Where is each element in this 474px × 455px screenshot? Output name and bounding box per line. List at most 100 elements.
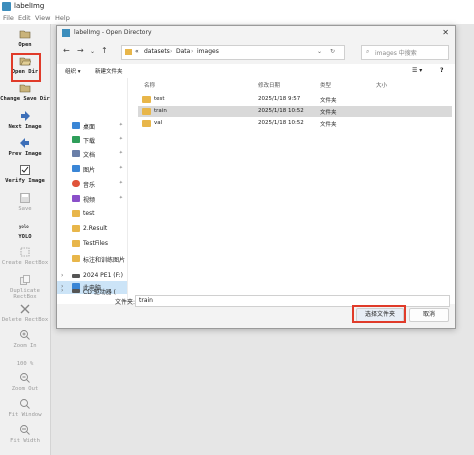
list-item[interactable]: train 2025/1/18 10:52 文件夹 — [138, 106, 452, 117]
menu-edit[interactable]: Edit — [18, 14, 31, 22]
search-icon: ⌕ — [366, 48, 370, 55]
open-directory-dialog: labelImg - Open Directory ✕ ← → ⌄ ↑ « da… — [56, 25, 456, 329]
navigation-bar: ← → ⌄ ↑ « datasets › Data › images ⌄ ↻ ⌕… — [57, 40, 455, 64]
open-dir-highlight — [11, 53, 41, 82]
pin-icon: ✦ — [118, 165, 123, 171]
folder-icon — [72, 240, 80, 247]
sidebar-item-desktop[interactable]: 桌面 ✦ — [57, 120, 127, 133]
command-bar: 组织 ▾ 新建文件夹 ☰ ▾ ? — [57, 64, 455, 79]
chevron-right-icon[interactable]: › — [61, 272, 63, 279]
search-placeholder: images 中搜索 — [375, 50, 417, 57]
create-rectbox-label: Create RectBox — [1, 260, 49, 266]
zoom-out-label: Zoom Out — [11, 386, 39, 392]
save-label: Save — [18, 206, 32, 212]
breadcrumb-overflow[interactable]: « — [135, 48, 139, 55]
breadcrumb-datasets[interactable]: datasets — [144, 48, 170, 55]
save-button[interactable]: Save — [0, 192, 50, 212]
column-name[interactable]: 名称 — [144, 81, 155, 89]
create-rectbox-button[interactable]: Create RectBox — [0, 246, 50, 266]
chevron-down-icon[interactable]: ⌄ — [90, 48, 95, 55]
fit-window-button[interactable]: Fit Window — [0, 398, 50, 418]
list-item[interactable]: test 2025/1/18 9:57 文件夹 — [138, 94, 452, 105]
fit-width-label: Fit Width — [10, 438, 40, 444]
breadcrumb-separator: › — [191, 48, 194, 55]
menu-help[interactable]: Help — [55, 14, 70, 22]
pin-icon: ✦ — [118, 150, 123, 156]
folder-icon — [142, 96, 151, 103]
delete-rectbox-button[interactable]: Delete RectBox — [0, 303, 50, 323]
sidebar-item-annotation-images[interactable]: 标注和训练图片 — [57, 253, 127, 266]
help-icon[interactable]: ? — [440, 67, 443, 74]
chevron-right-icon[interactable]: › — [61, 287, 63, 294]
yolo-label: YOLO — [18, 234, 32, 240]
zoom-out-button[interactable]: Zoom Out — [0, 372, 50, 392]
cancel-button[interactable]: 取消 — [409, 308, 449, 322]
pin-icon: ✦ — [118, 180, 123, 186]
documents-icon — [72, 150, 80, 157]
dialog-title: labelImg - Open Directory — [74, 29, 152, 36]
arrow-right-icon — [21, 111, 30, 121]
new-folder-button[interactable]: 新建文件夹 — [95, 67, 123, 75]
search-box[interactable]: ⌕ images 中搜索 — [361, 45, 449, 60]
verify-image-label: Verify Image — [5, 178, 45, 184]
sidebar-item-videos[interactable]: 视频 ✦ — [57, 193, 127, 206]
change-save-dir-label: Change Save Dir — [0, 96, 50, 102]
sidebar-item-music[interactable]: 音乐 ✦ — [57, 178, 127, 191]
sidebar-item-downloads[interactable]: 下载 ✦ — [57, 134, 127, 147]
forward-arrow-icon[interactable]: → — [77, 46, 84, 55]
file-list: 名称 修改日期 类型 大小 test 2025/1/18 9:57 文件夹 tr… — [128, 78, 455, 304]
breadcrumb-data[interactable]: Data — [176, 48, 190, 55]
format-icon: yolo — [19, 224, 29, 229]
open-button[interactable]: Open — [0, 28, 50, 48]
close-icon[interactable]: ✕ — [442, 28, 449, 37]
labelimg-logo-icon — [62, 29, 70, 37]
sidebar-item-testfiles[interactable]: TestFiles — [57, 238, 127, 251]
fit-window-icon — [20, 399, 30, 409]
video-icon — [72, 195, 80, 202]
select-folder-highlight — [352, 305, 406, 323]
list-item[interactable]: val 2025/1/18 10:52 文件夹 — [138, 118, 452, 129]
back-arrow-icon[interactable]: ← — [63, 46, 70, 55]
checkbox-icon — [20, 165, 30, 175]
labelimg-logo-icon — [2, 2, 11, 11]
column-date[interactable]: 修改日期 — [258, 81, 280, 89]
organize-menu[interactable]: 组织 ▾ — [65, 67, 81, 75]
view-options-icon[interactable]: ☰ ▾ — [412, 67, 422, 74]
drive-icon — [72, 274, 80, 278]
sidebar-item-drive-f[interactable]: › 2024 PE1 (F:) — [57, 270, 127, 283]
menu-view[interactable]: View — [35, 14, 50, 22]
address-bar[interactable]: « datasets › Data › images ⌄ ↻ — [121, 45, 345, 60]
left-toolbar: Open Open Dir Change Save Dir Next Image… — [0, 24, 51, 455]
folder-icon — [19, 84, 31, 93]
chevron-down-icon[interactable]: ⌄ — [317, 48, 322, 55]
app-titlebar: labelImg — [0, 0, 474, 13]
fit-width-button[interactable]: Fit Width — [0, 424, 50, 444]
menu-file[interactable]: File — [3, 14, 14, 22]
arrow-left-icon — [20, 138, 29, 148]
verify-image-button[interactable]: Verify Image — [0, 164, 50, 184]
yolo-format-button[interactable]: yolo YOLO — [0, 220, 50, 240]
column-size[interactable]: 大小 — [376, 81, 387, 89]
folder-icon — [72, 210, 80, 217]
delete-icon — [20, 304, 30, 314]
up-arrow-icon[interactable]: ↑ — [101, 46, 108, 55]
pin-icon: ✦ — [118, 122, 123, 128]
sidebar-item-documents[interactable]: 文档 ✦ — [57, 148, 127, 161]
zoom-level-value[interactable]: 100 % — [0, 361, 50, 367]
prev-image-label: Prev Image — [8, 151, 42, 157]
prev-image-button[interactable]: Prev Image — [0, 137, 50, 157]
folder-icon — [72, 225, 80, 232]
change-save-dir-button[interactable]: Change Save Dir — [0, 82, 50, 102]
duplicate-rectbox-button[interactable]: Duplicate RectBox — [0, 274, 50, 300]
breadcrumb-images[interactable]: images — [197, 48, 219, 55]
column-type[interactable]: 类型 — [320, 81, 331, 89]
sidebar-item-result[interactable]: 2.Result — [57, 223, 127, 236]
folder-icon — [19, 30, 31, 39]
pictures-icon — [72, 165, 80, 172]
sidebar-item-pictures[interactable]: 图片 ✦ — [57, 163, 127, 176]
menubar: File Edit View Help — [0, 13, 474, 24]
refresh-icon[interactable]: ↻ — [330, 48, 335, 55]
zoom-in-button[interactable]: Zoom In — [0, 329, 50, 349]
next-image-button[interactable]: Next Image — [0, 110, 50, 130]
sidebar-item-test[interactable]: test — [57, 208, 127, 221]
